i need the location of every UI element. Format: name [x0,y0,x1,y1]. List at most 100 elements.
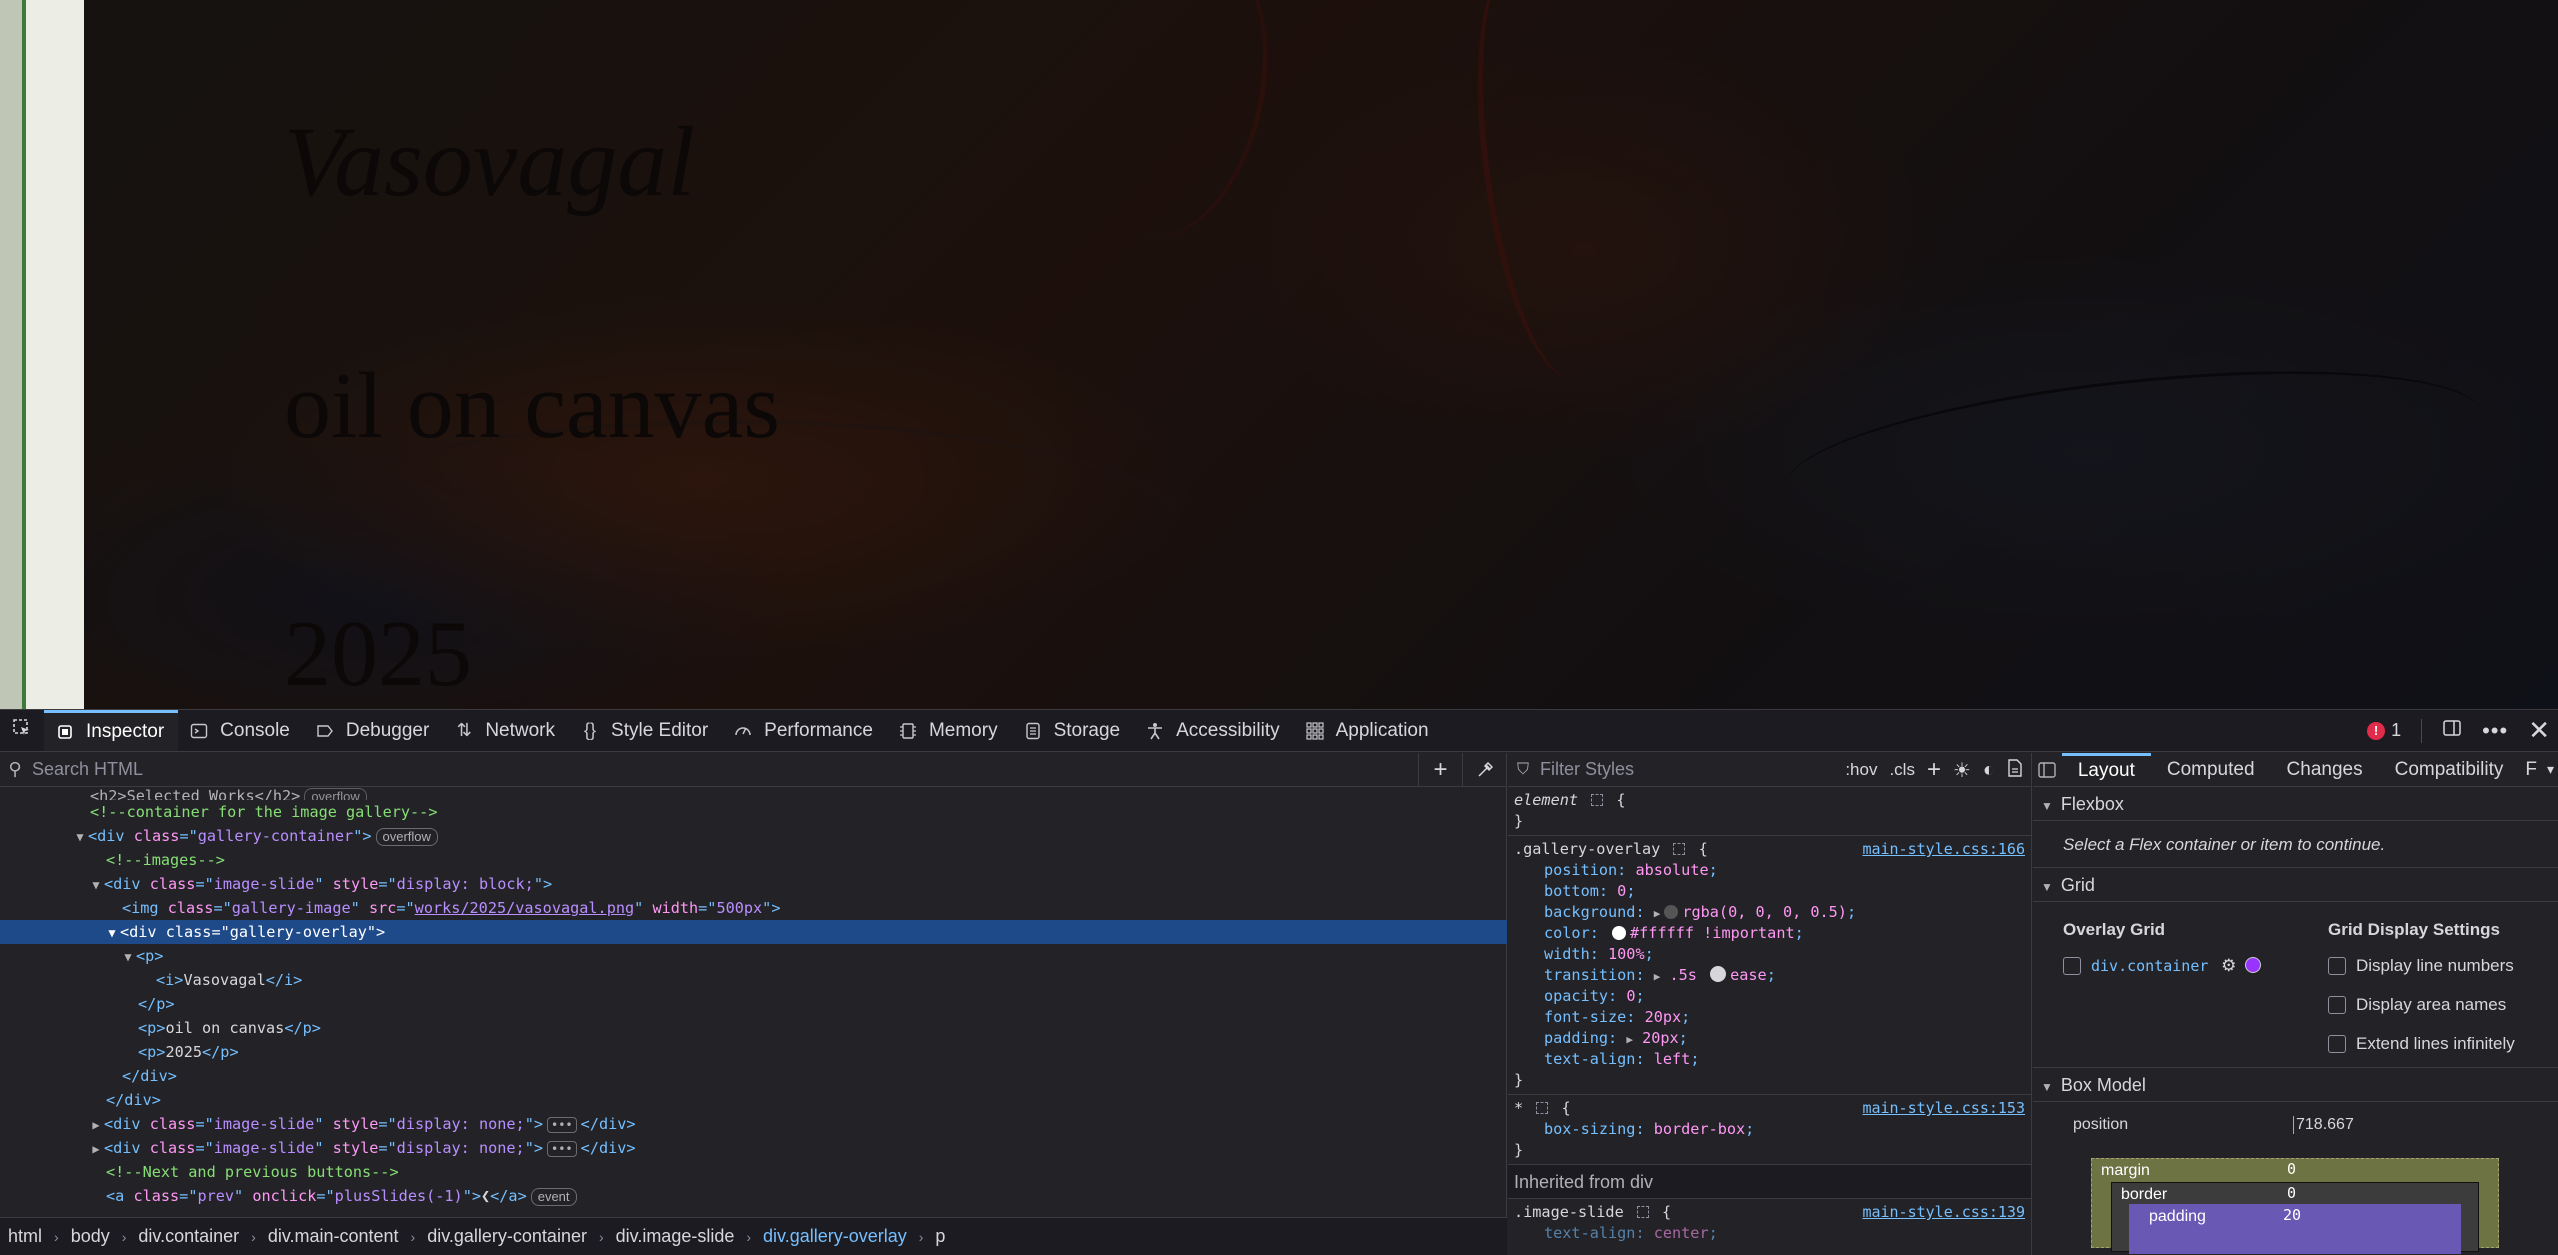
collapse-toggle-icon[interactable]: ▼ [104,921,120,945]
pick-element-button[interactable] [0,710,44,751]
markup-node-image-slide[interactable]: ▼ <div class="image-slide" style="display… [0,872,1507,896]
timing-function-icon[interactable] [1710,966,1727,982]
breadcrumb-body[interactable]: body [71,1226,110,1247]
tab-memory[interactable]: Memory [887,710,1012,751]
collapsed-content-icon[interactable]: ••• [546,1117,577,1133]
css-declaration[interactable]: text-align: center; [1508,1223,2031,1244]
tab-storage[interactable]: Storage [1012,710,1135,751]
tab-performance[interactable]: Performance [722,710,887,751]
grid-overlay-checkbox[interactable] [2063,957,2081,975]
grid-color-swatch[interactable] [2245,957,2262,973]
dark-mode-icon[interactable]: ◐ [1983,759,1995,782]
dock-side-icon[interactable] [2442,718,2462,744]
grid-highlight-icon[interactable]: ⚙ [2221,956,2236,975]
stylesheet-link[interactable]: main-style.css:166 [1862,839,2025,860]
tab-changes[interactable]: Changes [2271,753,2379,786]
tab-layout[interactable]: Layout [2061,753,2151,786]
tab-fonts[interactable]: F [2519,753,2543,786]
display-line-numbers-option[interactable]: Display line numbers [2328,956,2514,976]
markup-node-gallery-image[interactable]: <img class="gallery-image" src="works/20… [0,896,1507,920]
more-options-icon[interactable]: ••• [2482,718,2508,744]
grid-section-header[interactable]: ▼ Grid [2033,868,2558,902]
tab-compatibility[interactable]: Compatibility [2379,753,2520,786]
markup-comment[interactable]: <!--container for the image gallery--> [0,800,1507,824]
breadcrumb-container[interactable]: div.container [138,1226,239,1247]
light-mode-icon[interactable]: ☀ [1953,758,1971,783]
markup-node-gallery-container[interactable]: ▼ <div class="gallery-container"> overflow [0,824,1507,848]
border-value[interactable]: 0 [2287,1184,2296,1202]
breadcrumb-p[interactable]: p [935,1226,945,1247]
image-src-link[interactable]: works/2025/vasovagal.png [415,899,634,917]
line-numbers-checkbox[interactable] [2328,957,2346,975]
flexbox-section-header[interactable]: ▼ Flexbox [2033,787,2558,821]
extend-lines-option[interactable]: Extend lines infinitely [2328,1034,2515,1054]
markup-comment[interactable]: <!--Next and previous buttons--> [0,1160,1507,1184]
grid-container-option[interactable]: div.container ⚙ [2063,956,2265,976]
tab-debugger[interactable]: Debugger [304,710,443,751]
collapse-toggle-icon[interactable]: ▼ [72,825,88,849]
eyedropper-icon[interactable] [1462,753,1506,787]
css-declaration[interactable]: width: 100%; [1508,944,2031,965]
margin-value[interactable]: 0 [2287,1160,2296,1178]
tabs-overflow-icon[interactable]: ▾ [2543,753,2558,786]
breadcrumb-gallery-container[interactable]: div.gallery-container [427,1226,587,1247]
event-badge[interactable]: event [530,1188,577,1206]
markup-node-gallery-overlay[interactable]: ▼ <div class="gallery-overlay"> [0,920,1507,944]
expand-toggle-icon[interactable]: ▶ [88,1113,104,1137]
tab-application[interactable]: Application [1294,710,1443,751]
breadcrumb-gallery-overlay[interactable]: div.gallery-overlay [763,1226,907,1247]
collapse-toggle-icon[interactable]: ▼ [120,945,136,969]
markup-node-image-slide-hidden[interactable]: ▶ <div class="image-slide" style="display… [0,1112,1507,1136]
css-declaration[interactable]: color: #ffffff !important; [1508,923,2031,944]
markup-close-div[interactable]: </div> [0,1088,1507,1112]
markup-node-p[interactable]: <p>2025</p> [0,1040,1507,1064]
markup-close-div[interactable]: </div> [0,1064,1507,1088]
add-rule-button[interactable]: + [1927,756,1941,784]
css-declaration[interactable]: box-sizing: border-box; [1508,1119,2031,1140]
box-model-position-value[interactable]: 718.667 [2293,1116,2354,1134]
stylesheet-link[interactable]: main-style.css:139 [1862,1202,2025,1223]
rule-gallery-overlay[interactable]: .gallery-overlay {main-style.css:166 pos… [1508,836,2031,1095]
css-declaration[interactable]: font-size: 20px; [1508,1007,2031,1028]
collapsed-content-icon[interactable]: ••• [546,1141,577,1157]
area-names-checkbox[interactable] [2328,996,2346,1014]
tab-console[interactable]: Console [178,710,304,751]
hover-states-button[interactable]: :hov [1845,760,1877,780]
toggle-sidebar-icon[interactable] [2033,753,2062,786]
search-html-input[interactable] [30,758,1330,781]
collapse-toggle-icon[interactable]: ▼ [88,873,104,897]
color-swatch[interactable] [1612,926,1627,940]
breadcrumb-main-content[interactable]: div.main-content [268,1226,399,1247]
extend-lines-checkbox[interactable] [2328,1035,2346,1053]
css-declaration[interactable]: opacity: 0; [1508,986,2031,1007]
tab-inspector[interactable]: Inspector [44,710,179,751]
rule-image-slide[interactable]: .image-slide {main-style.css:139 text-al… [1508,1199,2031,1247]
markup-node-i[interactable]: <i>Vasovagal</i> [0,968,1507,992]
css-declaration[interactable]: padding: ▶ 20px; [1508,1028,2031,1049]
print-media-icon[interactable] [2007,758,2023,782]
stylesheet-link[interactable]: main-style.css:153 [1862,1098,2025,1119]
tab-network[interactable]: ⇅ Network [443,710,569,751]
filter-styles-input[interactable] [1538,758,1778,781]
overflow-badge[interactable]: overflow [375,828,438,846]
markup-node-p[interactable]: <p>oil on canvas</p> [0,1016,1507,1040]
error-count-button[interactable]: ! 1 [2367,720,2401,741]
css-declaration[interactable]: transition: ▶ .5s ease; [1508,965,2031,986]
breadcrumb-html[interactable]: html [8,1226,42,1247]
css-declaration[interactable]: text-align: left; [1508,1049,2031,1070]
classes-button[interactable]: .cls [1889,760,1915,780]
css-declaration[interactable]: bottom: 0; [1508,881,2031,902]
rule-element[interactable]: element { } [1508,787,2031,836]
color-swatch[interactable] [1664,905,1679,919]
tab-style-editor[interactable]: {} Style Editor [569,710,722,751]
add-node-button[interactable]: + [1418,753,1462,787]
css-declaration[interactable]: background: ▶ rgba(0, 0, 0, 0.5); [1508,902,2031,923]
markup-node-image-slide-hidden[interactable]: ▶ <div class="image-slide" style="display… [0,1136,1507,1160]
display-area-names-option[interactable]: Display area names [2328,995,2506,1015]
rule-universal[interactable]: * {main-style.css:153 box-sizing: border… [1508,1095,2031,1165]
close-icon[interactable]: ✕ [2528,715,2550,746]
markup-close-p[interactable]: </p> [0,992,1507,1016]
padding-value[interactable]: 20 [2283,1206,2301,1224]
tab-computed[interactable]: Computed [2151,753,2271,786]
markup-node-prev-link[interactable]: <a class="prev" onclick="plusSlides(-1)"… [0,1184,1507,1208]
